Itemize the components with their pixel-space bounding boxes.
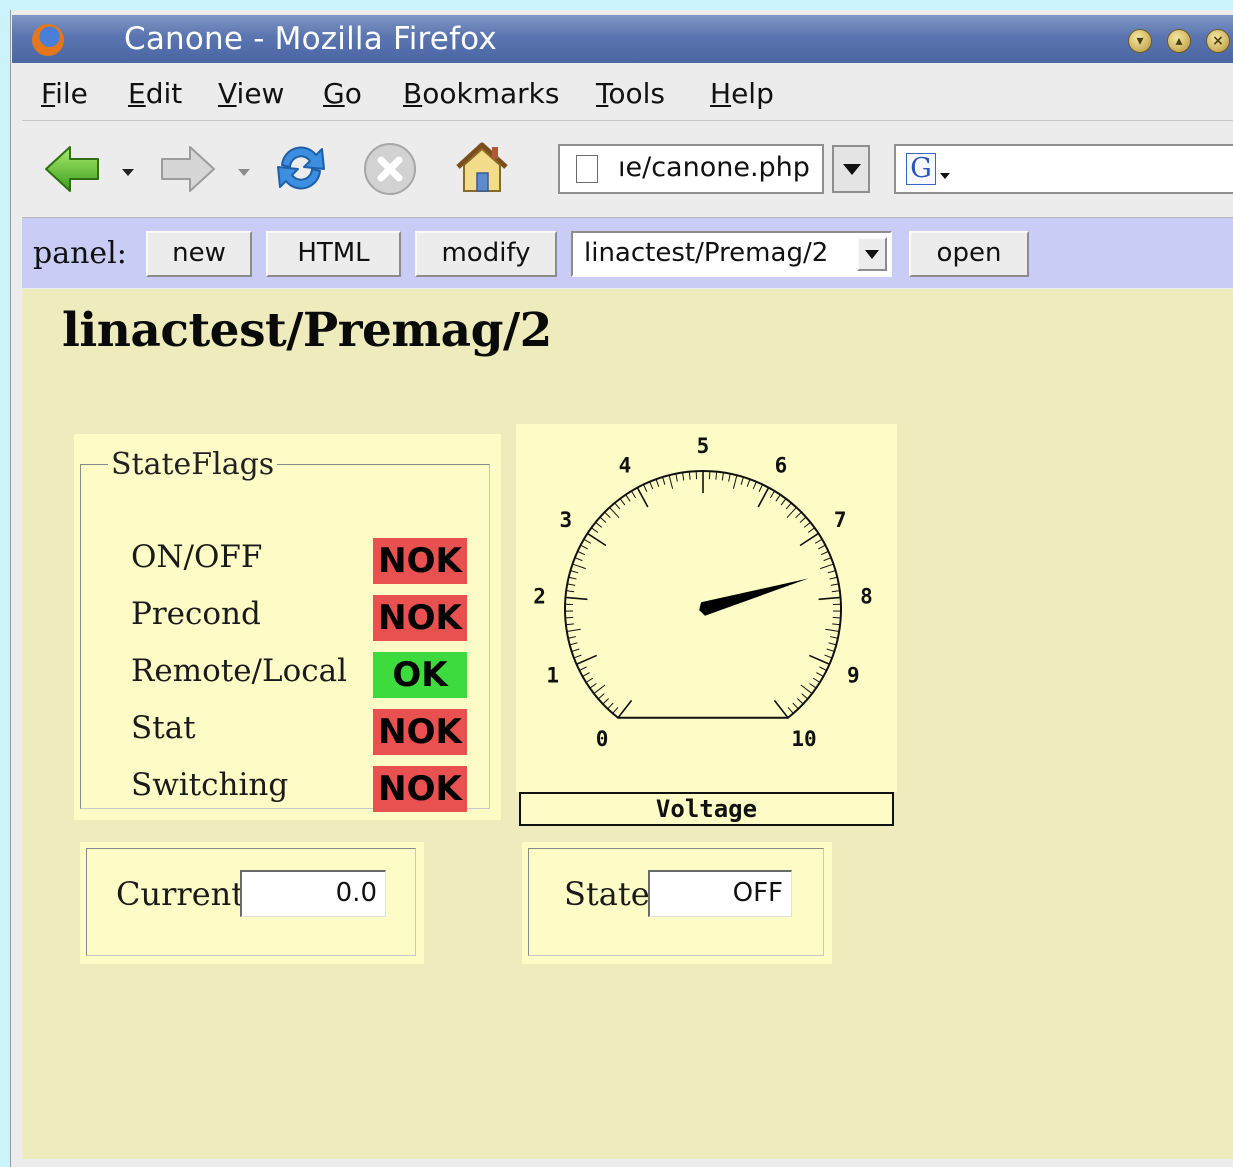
- flag-status-badge: NOK: [373, 709, 467, 755]
- state-label: State: [564, 875, 650, 913]
- chevron-down-icon[interactable]: [857, 237, 887, 271]
- flag-row-remote-local: Remote/Local OK: [81, 649, 489, 699]
- search-engine-dropdown-icon[interactable]: [940, 173, 950, 179]
- gauge-scale-label: 3: [559, 508, 572, 532]
- flag-label: Remote/Local: [131, 653, 348, 689]
- flag-status-badge: NOK: [373, 538, 467, 584]
- url-text: ıe/canone.php: [618, 152, 810, 183]
- menu-bookmarks[interactable]: Bookmarks: [403, 77, 559, 110]
- flag-row-precond: Precond NOK: [81, 592, 489, 642]
- current-panel: Current 0.0: [80, 842, 424, 964]
- gauge-scale-label: 6: [775, 454, 788, 478]
- modify-button[interactable]: modify: [415, 231, 557, 277]
- state-field[interactable]: OFF: [648, 870, 792, 917]
- menu-view[interactable]: View: [218, 77, 284, 110]
- open-button[interactable]: open: [909, 231, 1029, 277]
- forward-arrow-icon[interactable]: [158, 143, 218, 195]
- gauge-scale-label: 9: [847, 664, 860, 688]
- current-label: Current: [116, 875, 245, 913]
- menu-tools[interactable]: Tools: [596, 77, 665, 110]
- menu-help[interactable]: Help: [710, 77, 774, 110]
- menu-go[interactable]: Go: [323, 77, 362, 110]
- search-input[interactable]: G: [894, 144, 1233, 194]
- gauge-scale-label: 7: [834, 508, 847, 532]
- stop-icon[interactable]: [362, 141, 418, 197]
- gauge-dial: [564, 469, 842, 719]
- panel-select[interactable]: linactest/Premag/2: [571, 231, 892, 277]
- gauge-scale-label: 2: [533, 584, 546, 608]
- page-content: linactest/Premag/2 StateFlags ON/OFF NOK…: [22, 289, 1233, 1159]
- flag-label: Precond: [131, 596, 261, 632]
- gauge-scale-label: 8: [860, 584, 873, 608]
- flag-status-badge: OK: [373, 652, 467, 698]
- flag-label: ON/OFF: [131, 539, 263, 575]
- gauge-minor-tick: [832, 616, 841, 619]
- gauge-scale-label: 5: [697, 434, 710, 458]
- minimize-icon[interactable]: ▾: [1128, 29, 1152, 53]
- gauge-scale-label: 1: [546, 664, 559, 688]
- gauge-scale-label: 4: [619, 454, 632, 478]
- close-icon[interactable]: ×: [1206, 29, 1230, 53]
- gauge-scale-label: 10: [791, 727, 816, 751]
- flag-row-stat: Stat NOK: [81, 706, 489, 756]
- state-panel: State OFF: [522, 842, 832, 964]
- back-arrow-icon[interactable]: [42, 143, 102, 195]
- forward-history-dropdown-icon[interactable]: [238, 169, 250, 176]
- firefox-logo-icon: [32, 24, 64, 56]
- google-search-engine-icon[interactable]: G: [906, 153, 936, 185]
- current-field[interactable]: 0.0: [240, 870, 386, 917]
- gauge-minor-tick: [565, 616, 574, 619]
- menu-bar: File Edit View Go Bookmarks Tools Help: [22, 65, 1233, 121]
- back-history-dropdown-icon[interactable]: [122, 169, 134, 176]
- voltage-gauge-panel: 0 1 2 3 4 5 6 7 8 9 10: [516, 424, 897, 792]
- home-icon[interactable]: [452, 137, 512, 197]
- window-title: Canone - Mozilla Firefox: [124, 21, 497, 57]
- state-flags-legend: StateFlags: [111, 447, 275, 482]
- panel-toolbar: panel: new HTML modify linactest/Premag/…: [22, 218, 1233, 288]
- menu-edit[interactable]: Edit: [128, 77, 182, 110]
- flag-row-on-off: ON/OFF NOK: [81, 535, 489, 585]
- gauge-caption: Voltage: [519, 792, 894, 826]
- voltage-gauge: 0 1 2 3 4 5 6 7 8 9 10: [533, 434, 873, 751]
- url-bar[interactable]: ıe/canone.php: [558, 144, 824, 194]
- flag-status-badge: NOK: [373, 595, 467, 641]
- panel-select-value: linactest/Premag/2: [584, 238, 829, 268]
- panel-label: panel:: [33, 236, 127, 271]
- state-flags-panel: StateFlags ON/OFF NOK Precond NOK Remote…: [74, 434, 501, 820]
- url-history-dropdown-button[interactable]: [832, 145, 870, 193]
- navigation-toolbar: ıe/canone.php G: [22, 121, 1233, 218]
- reload-icon[interactable]: [272, 139, 330, 197]
- flag-label: Stat: [131, 710, 196, 746]
- maximize-icon[interactable]: ▴: [1167, 29, 1191, 53]
- title-bar[interactable]: Canone - Mozilla Firefox ▾ ▴ ×: [12, 15, 1233, 63]
- flag-status-badge: NOK: [373, 766, 467, 812]
- flag-row-switching: Switching NOK: [81, 763, 489, 813]
- flag-label: Switching: [131, 767, 289, 803]
- gauge-scale-label: 0: [596, 727, 609, 751]
- page-icon: [576, 155, 598, 183]
- menu-file[interactable]: File: [41, 77, 88, 110]
- new-panel-button[interactable]: new: [146, 231, 252, 277]
- html-button[interactable]: HTML: [266, 231, 401, 277]
- page-title: linactest/Premag/2: [62, 303, 552, 358]
- state-flags-fieldset: StateFlags ON/OFF NOK Precond NOK Remote…: [80, 447, 490, 812]
